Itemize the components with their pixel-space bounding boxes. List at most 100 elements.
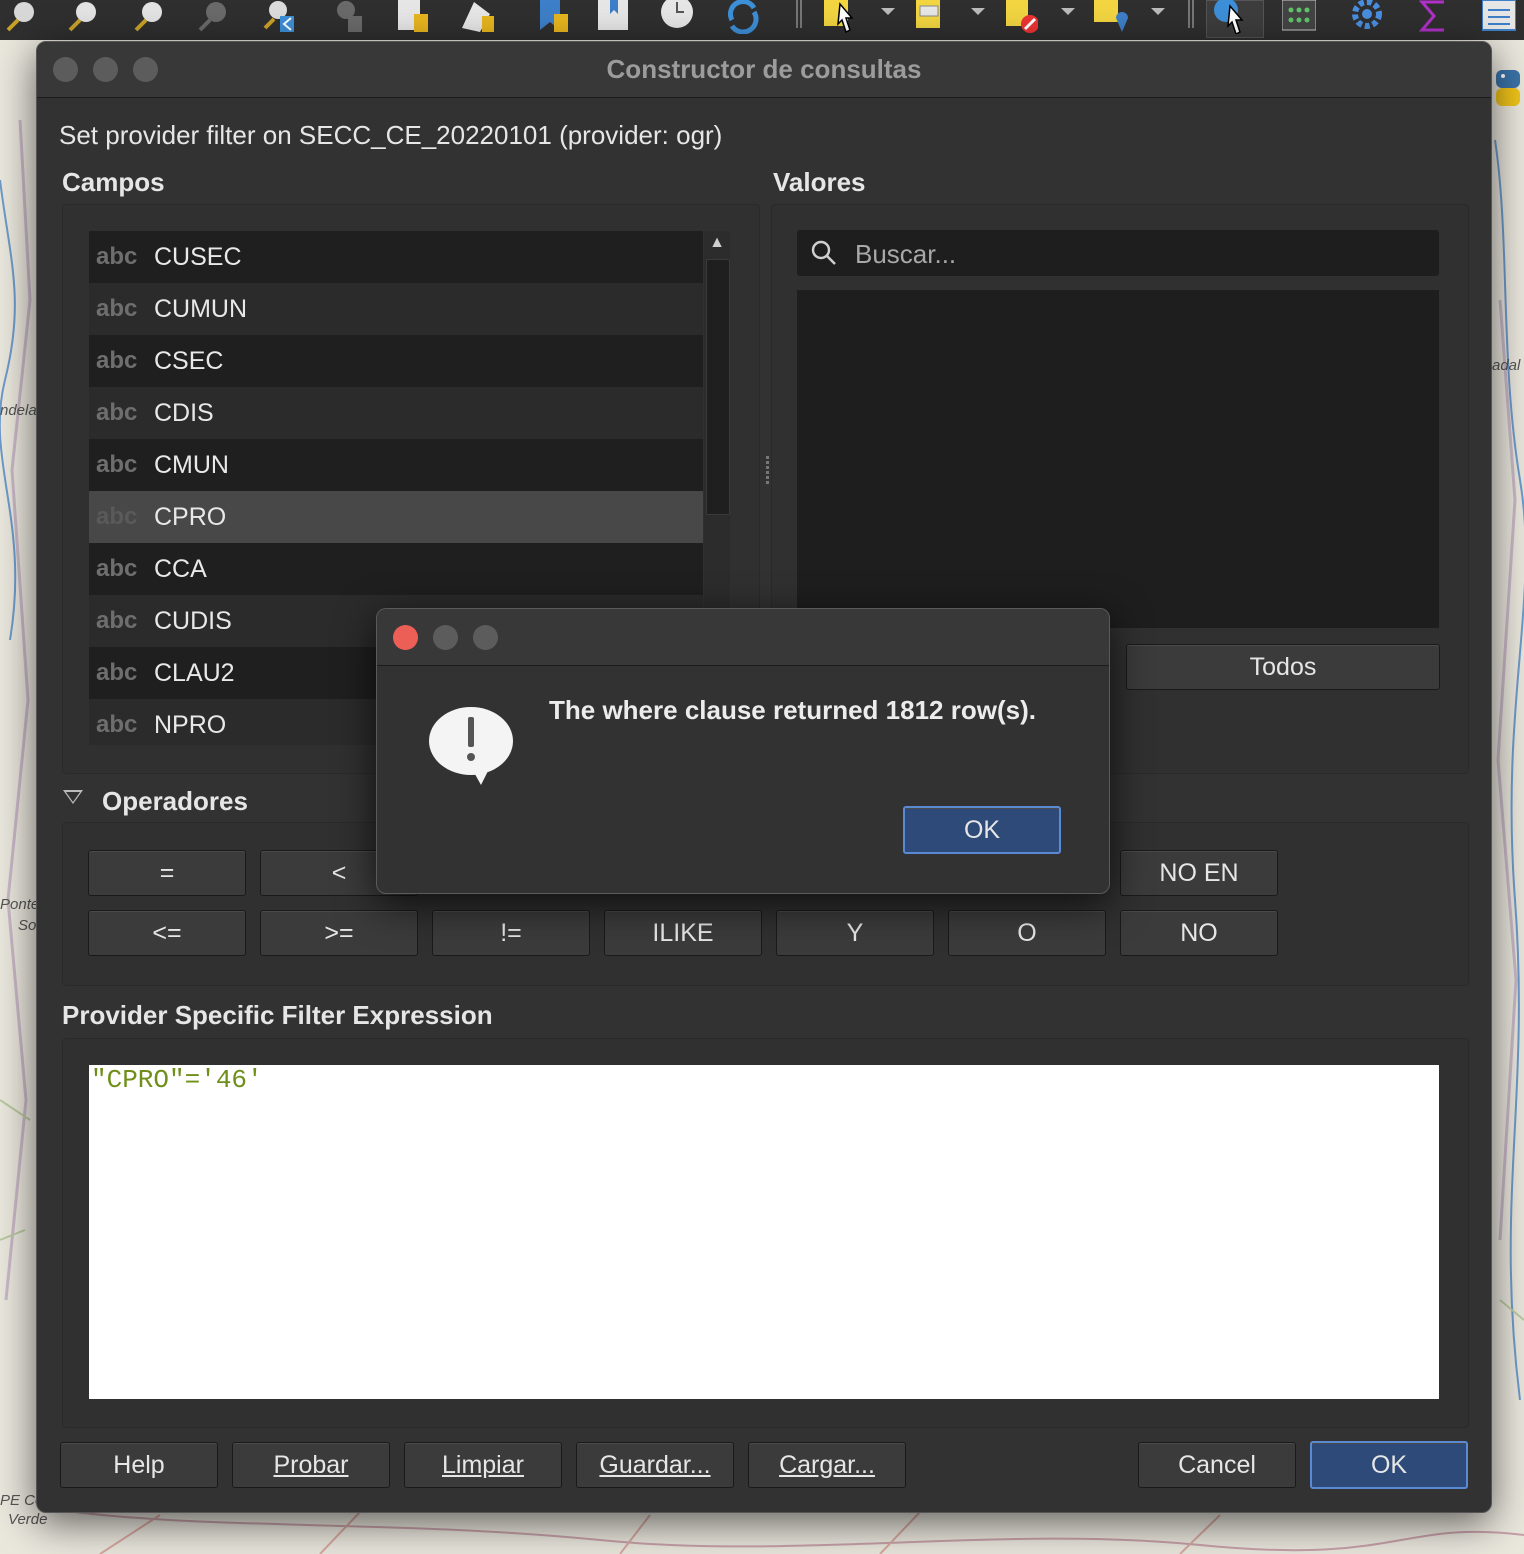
expression-editor[interactable]: "CPRO"='46' xyxy=(89,1065,1439,1399)
text-type-label: abc xyxy=(96,659,138,686)
field-item-csec[interactable]: abc CSEC xyxy=(89,335,703,387)
map-toolbar xyxy=(0,0,1524,40)
cancel-button[interactable]: Cancel xyxy=(1138,1442,1296,1488)
help-button[interactable]: Help xyxy=(60,1442,218,1488)
new-bookmark-icon[interactable] xyxy=(536,0,570,34)
minimize-button[interactable] xyxy=(433,625,458,650)
text-type-label: abc xyxy=(96,399,138,426)
field-name: CUDIS xyxy=(154,606,232,635)
field-item-cusec[interactable]: abc CUSEC xyxy=(89,231,703,283)
new-3d-view-icon[interactable] xyxy=(460,0,494,34)
field-item-cdis[interactable]: abc CDIS xyxy=(89,387,703,439)
clear-button[interactable]: Limpiar xyxy=(404,1442,562,1488)
chevron-down-icon[interactable] xyxy=(968,0,988,34)
select-by-value-icon[interactable] xyxy=(914,0,948,34)
expression-label: Provider Specific Filter Expression xyxy=(62,1000,493,1030)
scroll-up-icon[interactable]: ▲ xyxy=(704,231,730,255)
text-type-label: abc xyxy=(96,243,138,270)
map-label: ndela xyxy=(0,402,37,419)
message-dialog: The where clause returned 1812 row(s). O… xyxy=(376,608,1110,894)
dialog-title: Constructor de consultas xyxy=(606,54,922,84)
temporal-controller-icon[interactable] xyxy=(660,0,694,34)
processing-toolbox-icon[interactable] xyxy=(1350,0,1384,34)
message-ok-button[interactable]: OK xyxy=(903,806,1061,854)
operator-ilike-button[interactable]: ILIKE xyxy=(604,910,762,956)
zoom-to-selection-icon[interactable] xyxy=(66,0,100,34)
zoom-native-icon[interactable] xyxy=(196,0,230,34)
close-button[interactable] xyxy=(393,625,418,650)
save-button[interactable]: Guardar... xyxy=(576,1442,734,1488)
text-type-label: abc xyxy=(96,607,138,634)
search-input[interactable] xyxy=(853,230,1427,278)
statistics-summary-icon[interactable] xyxy=(1418,0,1452,34)
field-item-cca[interactable]: abc CCA xyxy=(89,543,703,595)
field-name: CCA xyxy=(154,554,207,583)
new-map-view-icon[interactable] xyxy=(394,0,428,34)
python-console-icon[interactable] xyxy=(1492,68,1524,110)
message-text: The where clause returned 1812 row(s). xyxy=(549,695,1036,725)
fields-label: Campos xyxy=(62,167,165,197)
load-button[interactable]: Cargar... xyxy=(748,1442,906,1488)
ok-button[interactable]: OK xyxy=(1310,1441,1468,1489)
map-label: So xyxy=(18,917,37,934)
field-name: CSEC xyxy=(154,346,224,375)
operators-label[interactable]: Operadores xyxy=(102,786,248,817)
dialog-subtitle: Set provider filter on SECC_CE_20220101 … xyxy=(59,120,723,150)
message-titlebar[interactable] xyxy=(377,609,1109,666)
field-item-cpro[interactable]: abc CPRO xyxy=(89,491,703,543)
chevron-down-icon[interactable] xyxy=(1058,0,1078,34)
values-search[interactable] xyxy=(797,230,1439,278)
operator-less-equal-button[interactable]: <= xyxy=(88,910,246,956)
operator-greater-equal-button[interactable]: >= xyxy=(260,910,418,956)
select-features-icon[interactable] xyxy=(822,0,856,34)
operator-and-button[interactable]: Y xyxy=(776,910,934,956)
zoom-full-icon[interactable] xyxy=(4,0,38,34)
test-button[interactable]: Probar xyxy=(232,1442,390,1488)
field-name: CMUN xyxy=(154,450,229,479)
text-type-label: abc xyxy=(96,295,138,322)
zoom-to-layer-icon[interactable] xyxy=(132,0,166,34)
deselect-all-icon[interactable] xyxy=(1004,0,1038,34)
operator-or-button[interactable]: O xyxy=(948,910,1106,956)
attribute-table-icon[interactable] xyxy=(1282,0,1316,34)
map-label: adal xyxy=(1492,357,1521,374)
zoom-last-icon[interactable] xyxy=(262,0,296,34)
toolbar-handle-icon[interactable] xyxy=(794,0,804,34)
field-item-cumun[interactable]: abc CUMUN xyxy=(89,283,703,335)
field-name: CDIS xyxy=(154,398,214,427)
values-label: Valores xyxy=(773,167,866,197)
zoom-next-icon[interactable] xyxy=(330,0,364,34)
scroll-thumb[interactable] xyxy=(706,259,730,515)
map-label: Verde xyxy=(8,1511,48,1528)
collapse-arrow-icon[interactable] xyxy=(63,790,83,804)
toolbar-handle-icon[interactable] xyxy=(1186,0,1196,34)
show-bookmarks-icon[interactable] xyxy=(596,0,630,34)
text-type-label: abc xyxy=(96,503,138,530)
dialog-titlebar[interactable]: Constructor de consultas xyxy=(37,42,1491,98)
field-name: CUSEC xyxy=(154,242,242,271)
operator-equals-button[interactable]: = xyxy=(88,850,246,896)
operator-not-equal-button[interactable]: != xyxy=(432,910,590,956)
all-values-button[interactable]: Todos xyxy=(1126,644,1440,690)
fields-scrollbar[interactable]: ▲ xyxy=(704,231,730,611)
identify-features-icon[interactable] xyxy=(1212,0,1246,34)
field-item-cmun[interactable]: abc CMUN xyxy=(89,439,703,491)
expression-text: "CPRO"='46' xyxy=(91,1065,263,1095)
chevron-down-icon[interactable] xyxy=(878,0,898,34)
text-type-label: abc xyxy=(96,555,138,582)
text-type-label: abc xyxy=(96,711,138,738)
operator-not-in-button[interactable]: NO EN xyxy=(1120,850,1278,896)
splitter-handle[interactable] xyxy=(764,454,770,488)
select-by-location-icon[interactable] xyxy=(1094,0,1128,34)
search-icon xyxy=(811,240,836,265)
field-name: NPRO xyxy=(154,710,227,739)
text-type-label: abc xyxy=(96,451,138,478)
text-type-label: abc xyxy=(96,347,138,374)
refresh-icon[interactable] xyxy=(726,0,760,34)
values-list[interactable] xyxy=(797,290,1439,628)
operator-not-button[interactable]: NO xyxy=(1120,910,1278,956)
chevron-down-icon[interactable] xyxy=(1148,0,1168,34)
layer-list-icon[interactable] xyxy=(1482,0,1516,34)
zoom-button[interactable] xyxy=(473,625,498,650)
warning-icon xyxy=(429,707,513,785)
